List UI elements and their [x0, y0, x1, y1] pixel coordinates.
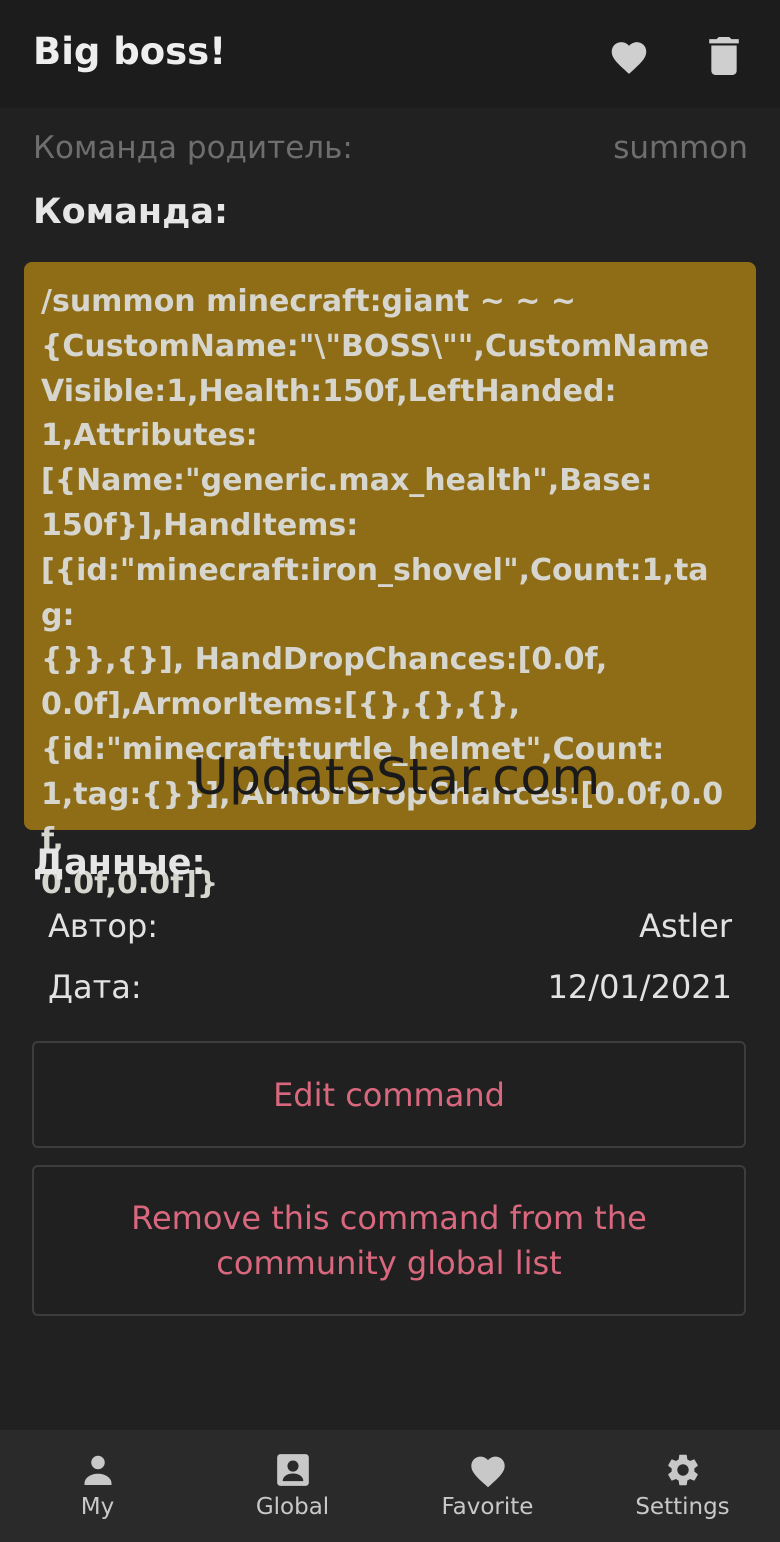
bottom-navigation: My Global Favorite Settings	[0, 1430, 780, 1542]
watermark: UpdateStar.com	[192, 748, 601, 806]
parent-command-row: Команда родитель: summon	[33, 130, 748, 166]
delete-button[interactable]	[700, 32, 748, 80]
screen: Big boss! Команда родитель: summon Коман…	[0, 0, 780, 1542]
command-line: Visible:1,Health:150f,LeftHanded:	[41, 373, 617, 409]
command-heading: Команда:	[33, 192, 228, 232]
data-heading: Данные:	[33, 843, 206, 883]
command-line: {}},{}], HandDropChances:[0.0f,	[41, 642, 608, 678]
command-line: /summon minecraft:giant ~ ~ ~	[41, 284, 577, 319]
heart-icon	[611, 42, 647, 74]
nav-label-settings: Settings	[635, 1494, 730, 1520]
command-line: {CustomName:"\"BOSS\"",CustomName	[41, 328, 710, 364]
person-icon	[78, 1450, 118, 1490]
command-line: 150f}],HandItems:	[41, 507, 359, 543]
date-value: 12/01/2021	[547, 968, 732, 1006]
nav-item-global[interactable]: Global	[195, 1430, 390, 1542]
edit-command-button[interactable]: Edit command	[32, 1041, 746, 1148]
nav-item-my[interactable]: My	[0, 1430, 195, 1542]
remove-command-button[interactable]: Remove this command from the community g…	[32, 1165, 746, 1316]
page-title: Big boss!	[33, 30, 227, 73]
nav-label-global: Global	[255, 1494, 330, 1520]
command-line: 1,Attributes:	[41, 418, 258, 454]
heart-icon	[468, 1450, 508, 1490]
nav-item-settings[interactable]: Settings	[585, 1430, 780, 1542]
trash-icon	[709, 37, 739, 75]
command-text: /summon minecraft:giant ~ ~ ~ {CustomName…	[41, 280, 741, 907]
favorite-button[interactable]	[605, 32, 653, 80]
command-box[interactable]: /summon minecraft:giant ~ ~ ~ {CustomName…	[24, 262, 756, 901]
edit-command-label: Edit command	[273, 1075, 505, 1114]
gear-icon	[663, 1450, 703, 1490]
account-box-icon	[273, 1450, 313, 1490]
remove-command-label: Remove this command from the community g…	[131, 1198, 647, 1282]
parent-command-label: Команда родитель:	[33, 130, 353, 166]
date-row: Дата: 12/01/2021	[48, 968, 732, 1006]
command-line: 0.0f],ArmorItems:[{},{},{},	[41, 687, 520, 723]
author-value: Astler	[639, 907, 732, 945]
date-label: Дата:	[48, 968, 142, 1006]
command-line: [{id:"minecraft:iron_shovel",Count:1,tag…	[41, 552, 709, 633]
parent-command-value: summon	[613, 130, 748, 166]
command-line: [{Name:"generic.max_health",Base:	[41, 463, 653, 499]
app-bar: Big boss!	[0, 0, 780, 108]
author-row: Автор: Astler	[48, 907, 732, 945]
nav-item-favorite[interactable]: Favorite	[390, 1430, 585, 1542]
author-label: Автор:	[48, 907, 159, 945]
nav-label-favorite: Favorite	[441, 1494, 534, 1520]
nav-label-my: My	[80, 1494, 115, 1520]
